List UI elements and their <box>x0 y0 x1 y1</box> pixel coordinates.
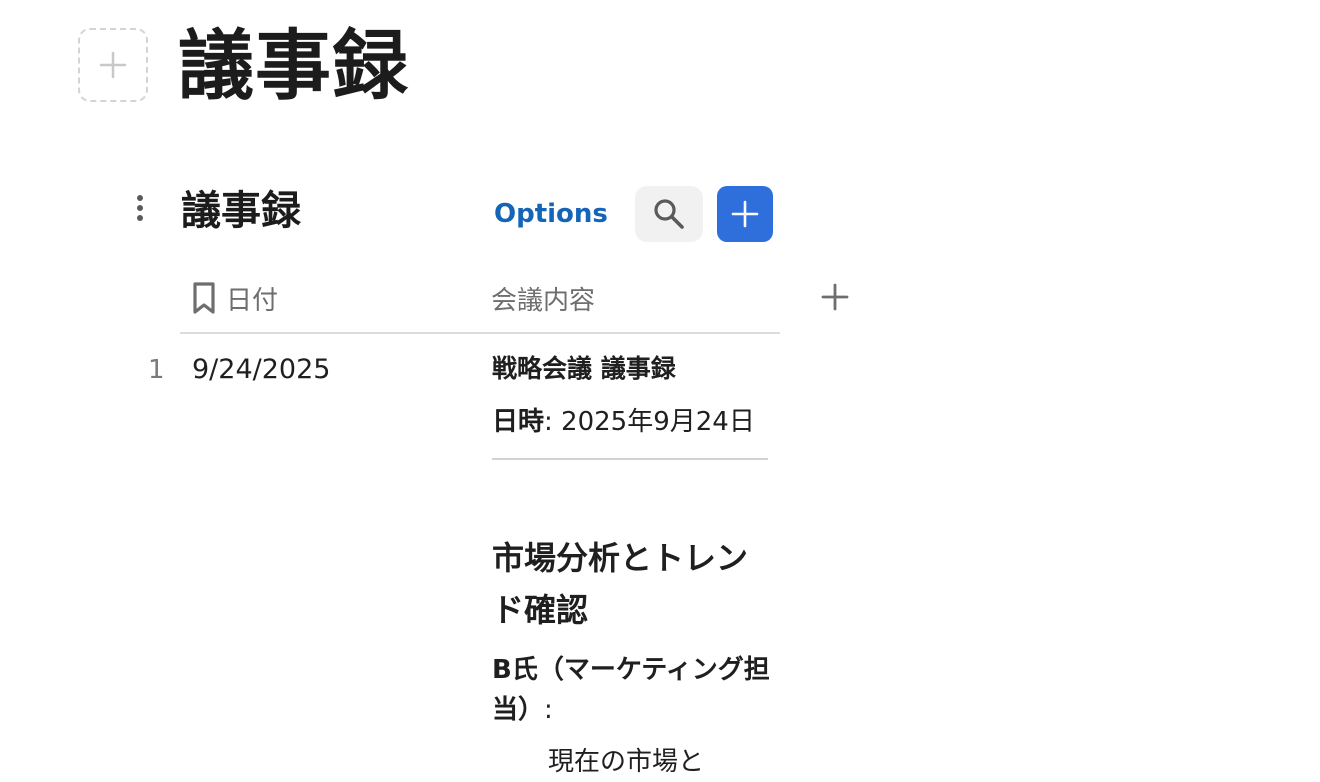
row-number: 1 <box>148 355 165 385</box>
column-header-content[interactable]: 会議内容 <box>491 278 595 318</box>
add-column-button[interactable] <box>818 280 852 314</box>
datetime-value: 2025年9月24日 <box>561 407 755 437</box>
plus-icon <box>731 200 759 228</box>
date-cell[interactable]: 9/24/2025 <box>192 352 330 388</box>
plus-icon <box>821 283 849 311</box>
block-drag-handle-icon[interactable] <box>130 192 150 224</box>
bullet-item: 現在の市場と <box>548 747 705 777</box>
page: 議事録 議事録 Options 日付 会議内容 1 9/24/2025 戦略会議… <box>0 0 1320 782</box>
column-header-label: 会議内容 <box>491 285 596 316</box>
section-heading: 市場分析とトレンド確認 <box>492 539 749 629</box>
options-button[interactable]: Options <box>494 196 608 232</box>
add-icon-button[interactable] <box>78 28 148 102</box>
bookmark-icon <box>190 281 218 315</box>
datetime-separator: : <box>544 407 553 437</box>
speaker-line: B氏（マーケティング担当）: <box>492 650 772 730</box>
header-divider <box>180 332 780 334</box>
search-icon <box>654 199 684 229</box>
database-title[interactable]: 議事録 <box>181 186 301 236</box>
horizontal-rule <box>492 458 768 460</box>
column-header-label: 日付 <box>226 285 279 316</box>
content-cell[interactable]: 戦略会議 議事録 日時: 2025年9月24日 市場分析とトレンド確認 B氏（マ… <box>492 350 772 782</box>
search-button[interactable] <box>635 186 703 242</box>
datetime-label: 日時 <box>492 407 545 437</box>
page-title[interactable]: 議事録 <box>178 18 409 114</box>
document-heading: 戦略会議 議事録 <box>492 354 676 383</box>
plus-icon <box>99 51 127 79</box>
speaker-label: B氏（マーケティング担当） <box>492 655 770 725</box>
column-header-date[interactable]: 日付 <box>190 278 278 318</box>
datetime-line: 日時: 2025年9月24日 <box>492 402 772 442</box>
new-entry-button[interactable] <box>717 186 773 242</box>
speaker-separator: : <box>544 695 553 725</box>
